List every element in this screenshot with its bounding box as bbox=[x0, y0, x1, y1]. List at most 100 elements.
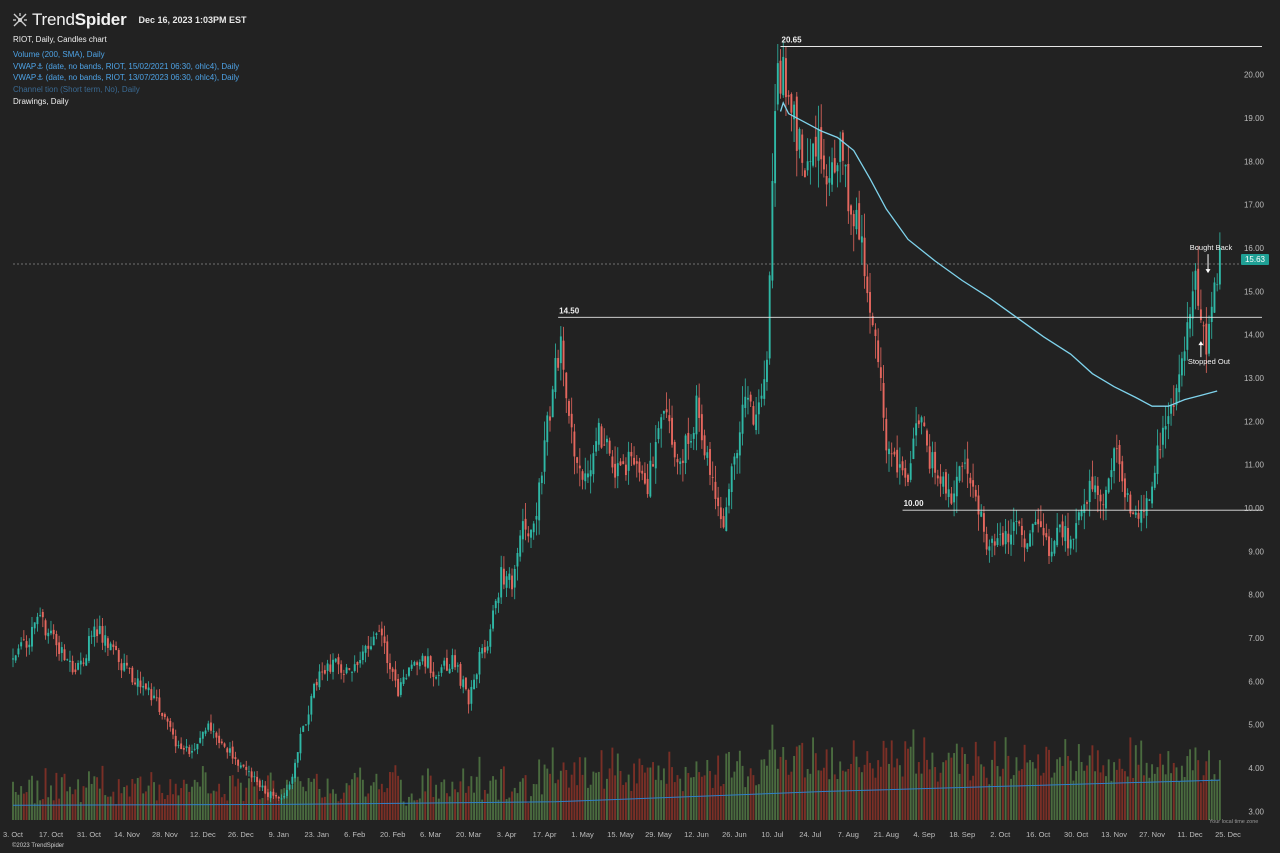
volume-bar bbox=[945, 760, 947, 820]
candle-body bbox=[513, 568, 516, 588]
candle-body bbox=[1023, 538, 1026, 548]
candle-body bbox=[643, 473, 646, 484]
candle-body bbox=[803, 170, 806, 178]
candle-body bbox=[1110, 470, 1113, 478]
candle-body bbox=[191, 750, 193, 753]
volume-bar bbox=[1010, 778, 1012, 820]
volume-bar bbox=[125, 785, 128, 820]
volume-bar bbox=[1159, 753, 1162, 820]
candle-body bbox=[546, 415, 549, 443]
candle-body bbox=[174, 735, 177, 747]
candle-body bbox=[144, 683, 147, 689]
volume-bar bbox=[180, 788, 183, 820]
candle-body bbox=[291, 776, 294, 784]
candle-body bbox=[774, 111, 777, 184]
candle-body bbox=[1151, 486, 1154, 504]
volume-bar bbox=[776, 768, 779, 820]
volume-bar bbox=[1124, 771, 1126, 820]
candle-body bbox=[426, 656, 429, 668]
x-tick-label: 12. Jun bbox=[684, 830, 709, 839]
volume-bar bbox=[443, 779, 446, 820]
volume-bar bbox=[1137, 764, 1140, 820]
candle-body bbox=[530, 529, 532, 538]
volume-bar bbox=[795, 746, 798, 820]
candle-body bbox=[41, 611, 44, 618]
volume-bar bbox=[96, 777, 99, 820]
volume-bar bbox=[1061, 765, 1064, 820]
volume-bar bbox=[711, 787, 714, 820]
candle-body bbox=[429, 656, 432, 674]
candle-body bbox=[1148, 499, 1151, 501]
candle-body bbox=[982, 513, 985, 532]
candle-body bbox=[841, 132, 844, 161]
candle-body bbox=[505, 576, 508, 588]
candle-body bbox=[231, 746, 234, 759]
volume-bar bbox=[912, 729, 915, 820]
volume-bar bbox=[1170, 773, 1173, 820]
candle-body bbox=[210, 722, 212, 731]
candle-body bbox=[28, 644, 31, 648]
candle-body bbox=[410, 664, 413, 669]
volume-bar bbox=[793, 755, 796, 820]
candle-body bbox=[242, 764, 245, 767]
volume-bar bbox=[367, 793, 370, 820]
arrow-down-icon bbox=[1205, 269, 1211, 274]
volume-bar bbox=[210, 793, 212, 820]
candle-body bbox=[1096, 485, 1099, 495]
volume-bar bbox=[22, 793, 25, 820]
vwap-anchored-line bbox=[779, 101, 1218, 407]
volume-bar bbox=[353, 772, 356, 820]
candle-body bbox=[250, 771, 253, 778]
candle-body bbox=[253, 776, 256, 778]
level-label: 20.65 bbox=[782, 36, 803, 45]
volume-bar bbox=[907, 748, 909, 820]
y-tick-label: 16.00 bbox=[1244, 244, 1265, 253]
x-tick-label: 23. Jan bbox=[304, 830, 329, 839]
candle-body bbox=[690, 441, 692, 443]
candle-body bbox=[467, 689, 470, 705]
candle-body bbox=[31, 626, 33, 647]
volume-bar bbox=[448, 796, 451, 820]
volume-bar bbox=[106, 796, 109, 820]
indicator-channel[interactable]: Channel tion (Short term, No), Daily bbox=[13, 84, 239, 96]
volume-bar bbox=[1018, 770, 1021, 820]
candle-body bbox=[380, 628, 383, 636]
volume-bar bbox=[725, 753, 728, 820]
drawings-label[interactable]: Drawings, Daily bbox=[13, 96, 239, 108]
volume-bar bbox=[934, 767, 937, 820]
candle-body bbox=[942, 476, 945, 487]
volume-bar bbox=[1064, 739, 1067, 820]
indicator-volume[interactable]: Volume (200, SMA), Daily bbox=[13, 49, 239, 61]
indicator-vwap-1[interactable]: VWAP⚓ (date, no bands, RIOT, 15/02/2021 … bbox=[13, 61, 239, 73]
candle-body bbox=[101, 626, 104, 643]
candle-body bbox=[345, 667, 348, 674]
candle-body bbox=[435, 676, 438, 679]
candle-body bbox=[768, 275, 771, 359]
candle-body bbox=[576, 457, 579, 463]
x-tick-label: 21. Aug bbox=[874, 830, 899, 839]
chart-title[interactable]: RIOT, Daily, Candles chart bbox=[13, 34, 239, 46]
candle-body bbox=[945, 472, 947, 494]
volume-bar bbox=[671, 767, 673, 820]
candle-body bbox=[1124, 478, 1126, 498]
volume-bar bbox=[1056, 759, 1059, 820]
volume-bar bbox=[1039, 775, 1042, 820]
annotation-stopped-out[interactable]: Stopped Out bbox=[1188, 357, 1231, 366]
volume-bar bbox=[329, 793, 332, 820]
candle-body bbox=[285, 790, 288, 796]
annotation-bought-back[interactable]: Bought Back bbox=[1190, 243, 1233, 252]
candle-body bbox=[14, 655, 17, 661]
candlestick-chart[interactable]: 20.65 14.50 10.00 Bought Back Stopped Out 3.… bbox=[0, 0, 1280, 853]
volume-bar bbox=[953, 753, 956, 820]
candle-body bbox=[155, 697, 158, 699]
indicator-vwap-2[interactable]: VWAP⚓ (date, no bands, RIOT, 13/07/2023 … bbox=[13, 72, 239, 84]
timezone-label[interactable]: Your local time zone bbox=[1209, 819, 1258, 825]
volume-bar bbox=[418, 798, 421, 820]
candle-body bbox=[706, 452, 709, 458]
candle-body bbox=[180, 743, 183, 749]
volume-bar bbox=[1208, 750, 1210, 820]
candle-body bbox=[367, 645, 370, 649]
candle-body bbox=[220, 741, 223, 744]
candle-body bbox=[71, 660, 74, 673]
volume-bar bbox=[58, 798, 61, 820]
